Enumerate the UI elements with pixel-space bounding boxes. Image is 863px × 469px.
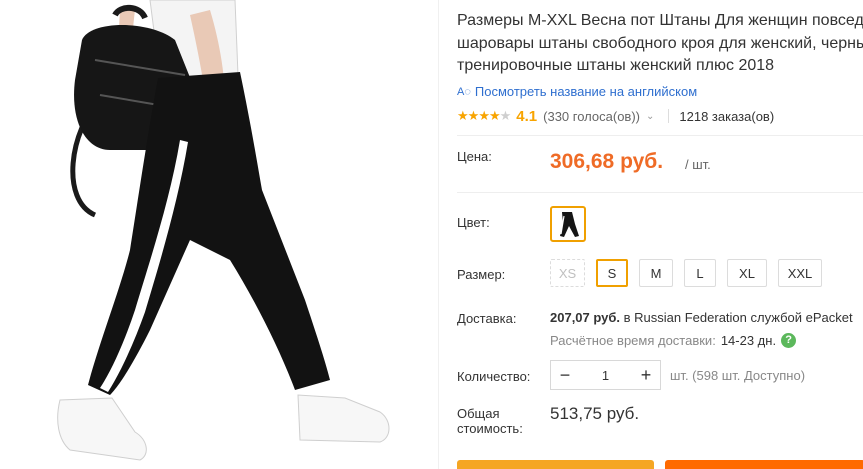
delivery-estimate-value: 14-23 дн. xyxy=(720,333,777,348)
pants-thumbnail-icon xyxy=(560,212,579,237)
shipping-label: Доставка: xyxy=(457,311,517,326)
size-option-m[interactable]: M xyxy=(639,259,673,287)
quantity-label: Количество: xyxy=(457,369,531,384)
chevron-down-icon[interactable]: ⌄ xyxy=(646,111,654,122)
star-icon: ★ xyxy=(457,108,469,123)
divider-line xyxy=(457,192,863,193)
color-label: Цвет: xyxy=(457,215,490,230)
size-option-l[interactable]: L xyxy=(684,259,716,287)
total-label: Общая стоимость: xyxy=(457,406,523,436)
star-icon: ★ xyxy=(467,108,480,123)
product-photo-illustration xyxy=(57,0,390,461)
panel-divider xyxy=(438,0,439,469)
translate-link-label: Посмотреть название на английском xyxy=(474,84,698,99)
rating-value: 4.1 xyxy=(516,107,538,125)
rating-stars: ★★★★★ xyxy=(457,108,512,124)
star-empty-icon: ★ xyxy=(499,108,512,123)
help-icon[interactable]: ? xyxy=(781,333,797,348)
translate-title-link[interactable]: A◌ Посмотреть название на английском xyxy=(457,84,697,99)
translate-icon: A◌ xyxy=(457,85,471,98)
product-title-line: тренировочные штаны женский плюс 2018 xyxy=(457,57,775,74)
quantity-increase-button[interactable]: + xyxy=(632,361,660,389)
add-to-cart-button[interactable] xyxy=(665,460,863,469)
size-option-xs[interactable]: XS xyxy=(550,259,585,287)
votes-link[interactable]: (330 голоса(ов)) xyxy=(543,109,640,124)
total-label-line: стоимость: xyxy=(457,421,523,436)
delivery-estimate-label: Расчётное время доставки: xyxy=(550,333,716,348)
product-title-line: Размеры M-XXL Весна пот Штаны Для женщин… xyxy=(457,12,863,29)
price-value: 306,68 руб. xyxy=(550,150,664,173)
total-value: 513,75 руб. xyxy=(550,404,640,423)
separator xyxy=(668,109,670,123)
orders-count: 1218 заказа(ов) xyxy=(679,108,775,124)
shipping-destination: в Russian Federation службой ePacket xyxy=(623,310,853,325)
star-icon: ★ xyxy=(488,108,501,123)
size-label: Размер: xyxy=(457,267,506,282)
star-icon: ★ xyxy=(478,108,490,123)
price-per-unit: / шт. xyxy=(685,157,711,172)
delivery-estimate: Расчётное время доставки: 14-23 дн. ? xyxy=(550,333,797,348)
product-title-line: шаровары штаны свободного кроя для женск… xyxy=(457,34,863,52)
size-options: XS S M L XL XXL xyxy=(550,259,833,287)
quantity-input[interactable]: 1 xyxy=(579,368,632,383)
shipping-info[interactable]: 207,07 руб. в Russian Federation службой… xyxy=(550,310,853,325)
quantity-availability: шт. (598 шт. Доступно) xyxy=(670,368,806,383)
shipping-price: 207,07 руб. xyxy=(550,310,621,325)
size-option-xxl[interactable]: XXL xyxy=(778,259,822,287)
product-title: Размеры M-XXL Весна пот Штаны Для женщин… xyxy=(457,10,863,78)
size-option-xl[interactable]: XL xyxy=(727,259,767,287)
product-photo[interactable] xyxy=(0,0,438,469)
color-swatch-black[interactable] xyxy=(550,206,586,242)
price-label: Цена: xyxy=(457,149,492,164)
divider-line xyxy=(457,135,863,136)
quantity-stepper: − 1 + xyxy=(550,360,661,390)
product-info: Размеры M-XXL Весна пот Штаны Для женщин… xyxy=(457,0,863,469)
size-option-s[interactable]: S xyxy=(596,259,628,287)
quantity-decrease-button[interactable]: − xyxy=(551,361,579,389)
total-label-line: Общая xyxy=(457,406,500,421)
rating-row: ★★★★★ 4.1 (330 голоса(ов)) ⌄ 1218 заказа… xyxy=(457,106,774,126)
buy-now-button[interactable] xyxy=(457,460,654,469)
